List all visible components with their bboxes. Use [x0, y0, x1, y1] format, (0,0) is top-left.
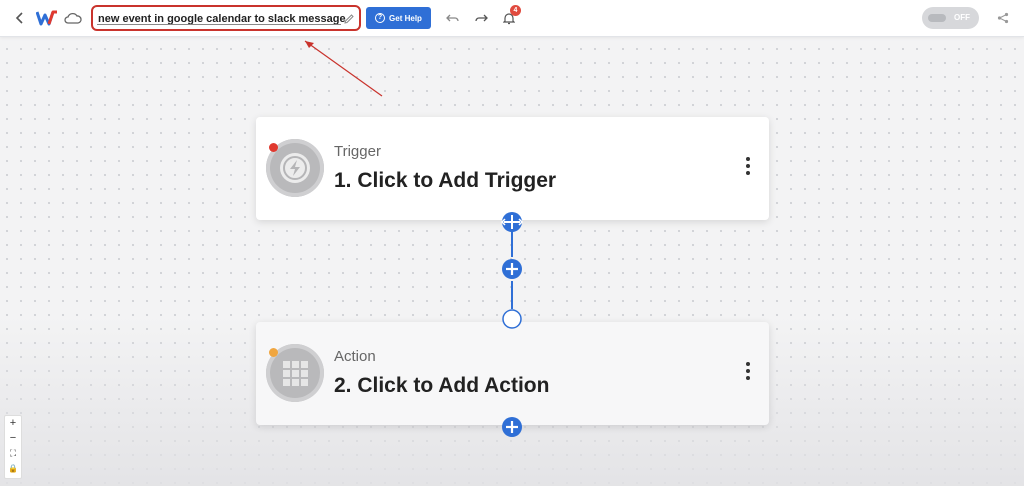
trigger-title[interactable]: 1. Click to Add Trigger — [334, 169, 556, 193]
back-arrow-icon[interactable] — [12, 10, 28, 26]
logo-icon[interactable] — [36, 9, 58, 27]
annotation-arrow — [304, 40, 383, 97]
lock-button[interactable]: 🔒 — [5, 461, 21, 476]
zoom-controls: + − ⛶ 🔒 — [4, 415, 22, 479]
connector-end-circle[interactable] — [502, 309, 522, 329]
workflow-toggle[interactable]: OFF — [922, 7, 979, 29]
add-step-button[interactable] — [502, 259, 522, 279]
insert-split-icon[interactable] — [500, 212, 524, 232]
action-type-label: Action — [334, 348, 376, 365]
notification-badge: 4 — [510, 5, 521, 16]
toggle-label: OFF — [954, 13, 970, 22]
cloud-icon[interactable] — [64, 10, 82, 26]
action-more-options-icon[interactable] — [745, 362, 751, 384]
trigger-status-dot — [269, 143, 278, 152]
connector-group — [500, 212, 524, 437]
top-bar: new event in google calendar to slack me… — [0, 0, 1024, 37]
zoom-out-button[interactable]: − — [5, 431, 21, 446]
toggle-knob — [928, 14, 946, 22]
workflow-name-input[interactable]: new event in google calendar to slack me… — [91, 5, 361, 31]
add-after-action-button[interactable] — [502, 417, 522, 437]
trigger-type-label: Trigger — [334, 143, 381, 160]
undo-icon[interactable] — [445, 10, 461, 26]
action-status-dot — [269, 348, 278, 357]
trigger-more-options-icon[interactable] — [745, 157, 751, 179]
get-help-label: Get Help — [389, 13, 422, 23]
fit-view-button[interactable]: ⛶ — [5, 446, 21, 461]
question-circle-icon: ? — [375, 13, 386, 23]
zoom-in-button[interactable]: + — [5, 416, 21, 431]
name-underline — [97, 24, 341, 25]
share-icon[interactable] — [995, 10, 1011, 26]
redo-icon[interactable] — [473, 10, 489, 26]
get-help-button[interactable]: ? Get Help — [366, 7, 431, 29]
pencil-icon[interactable] — [343, 12, 355, 24]
